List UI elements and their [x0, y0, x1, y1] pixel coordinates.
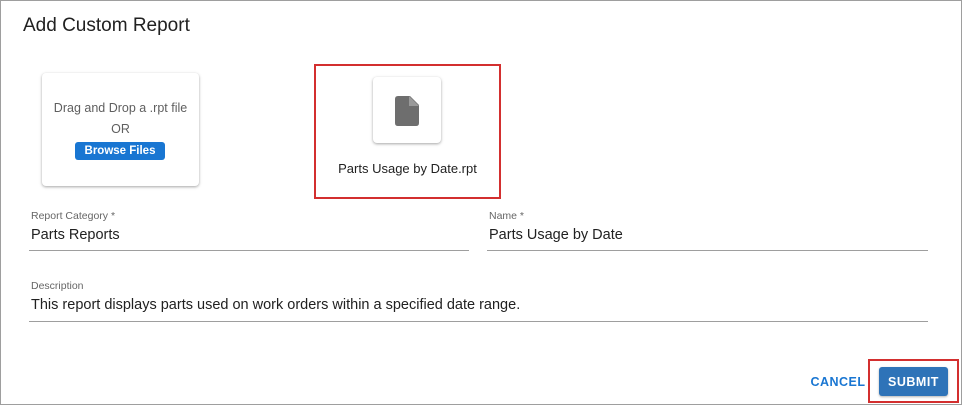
dialog-title: Add Custom Report — [23, 15, 190, 36]
submit-button[interactable]: SUBMIT — [879, 367, 948, 396]
uploaded-file-card[interactable] — [373, 77, 441, 143]
cancel-button[interactable]: CANCEL — [807, 369, 869, 395]
uploaded-file-name: Parts Usage by Date.rpt — [338, 161, 477, 176]
report-category-underline — [29, 250, 469, 251]
name-label: Name * — [489, 210, 525, 222]
description-label: Description — [31, 280, 84, 292]
dropzone-or-text: OR — [111, 122, 130, 136]
description-underline — [29, 321, 928, 322]
name-underline — [487, 250, 928, 251]
report-category-label: Report Category * — [31, 210, 116, 222]
description-value[interactable]: This report displays parts used on work … — [31, 297, 520, 313]
dropzone-instruction: Drag and Drop a .rpt file — [53, 101, 188, 115]
description-field[interactable]: Description This report displays parts u… — [29, 280, 928, 322]
add-custom-report-dialog: Add Custom Report Drag and Drop a .rpt f… — [0, 0, 962, 405]
file-icon — [395, 96, 419, 126]
file-dropzone[interactable]: Drag and Drop a .rpt file OR Browse File… — [42, 73, 199, 186]
name-field[interactable]: Name * Parts Usage by Date — [487, 210, 928, 251]
report-category-value[interactable]: Parts Reports — [31, 227, 120, 243]
browse-files-button[interactable]: Browse Files — [75, 142, 165, 160]
report-category-field[interactable]: Report Category * Parts Reports — [29, 210, 469, 251]
name-value[interactable]: Parts Usage by Date — [489, 227, 623, 243]
